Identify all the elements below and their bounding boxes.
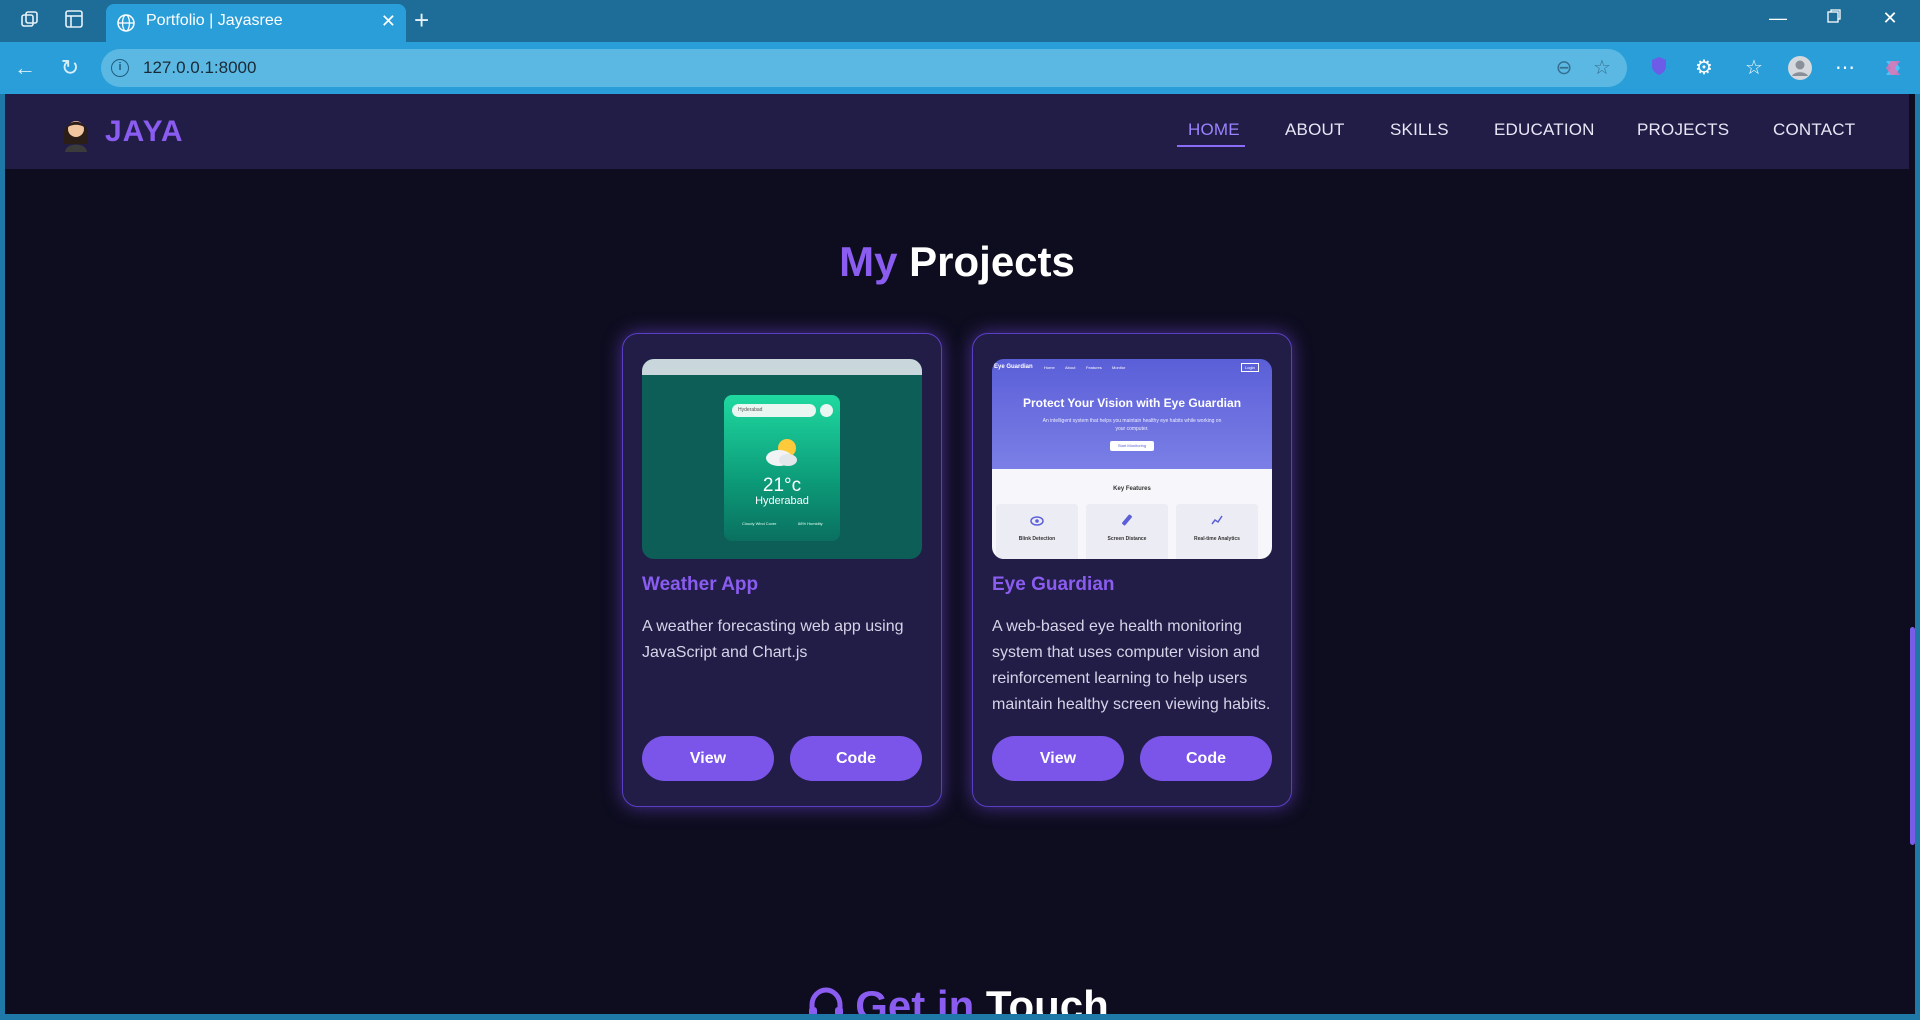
eg-subtitle: An intelligent system that helps you mai…: [1042, 418, 1222, 432]
minimize-icon[interactable]: —: [1766, 8, 1790, 32]
weather-app-screenshot: Hyderabad 21°c Hyderabad Cloudy Wind Cov…: [642, 359, 922, 559]
eg-cta: Start Monitoring: [1110, 441, 1154, 451]
close-tab-icon[interactable]: ✕: [381, 11, 396, 32]
eye-guardian-screenshot: Eye Guardian Home About Features Monitor…: [992, 359, 1272, 559]
browser-titlebar: Portfolio | Jayasree ✕ + — ✕: [0, 0, 1920, 42]
shield-extension-icon[interactable]: [1646, 55, 1672, 81]
project-card-eye-guardian: Eye Guardian Home About Features Monitor…: [972, 333, 1292, 807]
eye-icon: [1030, 516, 1044, 526]
code-button[interactable]: Code: [790, 736, 922, 781]
nav-skills[interactable]: SKILLS: [1390, 120, 1449, 140]
nav-projects[interactable]: PROJECTS: [1637, 120, 1729, 140]
active-nav-underline: [1177, 145, 1245, 147]
view-button[interactable]: View: [992, 736, 1124, 781]
avatar-logo-icon: [63, 121, 89, 152]
globe-icon: [117, 14, 135, 32]
projects-heading-rest: Projects: [909, 238, 1075, 285]
profile-avatar[interactable]: [1787, 55, 1813, 81]
project-title: Weather App: [642, 574, 759, 595]
projects-heading: My Projects: [5, 238, 1909, 286]
projects-heading-accent: My: [839, 238, 898, 285]
partly-cloudy-icon: [766, 439, 797, 466]
contact-heading-accent: Get in: [855, 982, 975, 1014]
eg-brand: Eye Guardian: [994, 364, 1033, 370]
eg-feature-card: Screen Distance: [1086, 504, 1168, 559]
browser-toolbar: ← ↻ i 127.0.0.1:8000 ⊖ ☆ ⚙ ☆ ⋯: [0, 42, 1920, 94]
url-text: 127.0.0.1:8000: [143, 58, 257, 77]
page-viewport: JAYA HOME ABOUT SKILLS EDUCATION PROJECT…: [5, 94, 1915, 1014]
eg-nav-about: About: [1065, 365, 1076, 370]
restore-icon[interactable]: [1822, 8, 1846, 32]
tab-actions-icon[interactable]: [62, 9, 86, 33]
more-options-icon[interactable]: ⋯: [1832, 55, 1858, 81]
tab-title: Portfolio | Jayasree: [146, 12, 283, 29]
new-tab-icon[interactable]: +: [414, 7, 429, 33]
nav-home[interactable]: HOME: [1188, 120, 1240, 140]
address-bar[interactable]: i 127.0.0.1:8000 ⊖ ☆: [101, 49, 1627, 87]
weather-temperature: 21°c: [762, 475, 802, 496]
page-scrollbar[interactable]: [1909, 94, 1915, 1014]
project-card-weather: Hyderabad 21°c Hyderabad Cloudy Wind Cov…: [622, 333, 942, 807]
contact-heading-rest: Touch: [985, 982, 1109, 1014]
eg-login: Login: [1241, 363, 1259, 372]
page-scrollbar-thumb[interactable]: [1910, 627, 1915, 845]
eg-feature-label: Real-time Analytics: [1194, 536, 1240, 542]
site-navbar: JAYA HOME ABOUT SKILLS EDUCATION PROJECT…: [5, 94, 1909, 169]
copilot-icon[interactable]: [1880, 55, 1906, 81]
extensions-icon[interactable]: ⚙: [1691, 55, 1717, 81]
close-window-icon[interactable]: ✕: [1878, 8, 1902, 32]
zoom-out-icon[interactable]: ⊖: [1553, 57, 1575, 79]
weather-search-icon: [820, 404, 833, 417]
weather-meta-left: Cloudy Wind Cover: [742, 521, 777, 526]
eg-feature-label: Blink Detection: [1018, 536, 1056, 542]
project-description: A weather forecasting web app using Java…: [642, 618, 904, 661]
weather-city: Hyderabad: [755, 495, 809, 507]
headset-icon: [809, 987, 844, 1014]
eg-feature-card: Real-time Analytics: [1176, 504, 1258, 559]
weather-search-field: Hyderabad: [732, 404, 816, 417]
code-button[interactable]: Code: [1140, 736, 1272, 781]
tab-portfolio[interactable]: Portfolio | Jayasree ✕: [106, 4, 406, 42]
eg-nav-features: Features: [1086, 365, 1102, 370]
refresh-icon[interactable]: ↻: [56, 54, 84, 82]
eg-feature-card: Blink Detection: [996, 504, 1078, 559]
eg-features-title: Key Features: [1113, 486, 1151, 492]
project-description: A web-based eye health monitoring system…: [992, 618, 1271, 713]
nav-about[interactable]: ABOUT: [1285, 120, 1345, 140]
analytics-chart-icon: [1211, 515, 1223, 525]
weather-meta-right: 68% Humidity: [798, 521, 823, 526]
nav-contact[interactable]: CONTACT: [1773, 120, 1855, 140]
workspaces-icon[interactable]: [18, 9, 42, 33]
view-button[interactable]: View: [642, 736, 774, 781]
nav-education[interactable]: EDUCATION: [1494, 120, 1595, 140]
eg-headline: Protect Your Vision with Eye Guardian: [1022, 396, 1242, 410]
ruler-icon: [1122, 514, 1132, 526]
contact-heading: Get in Touch: [5, 982, 1909, 1014]
eg-nav-home: Home: [1044, 365, 1055, 370]
site-logo[interactable]: JAYA: [105, 115, 184, 149]
eg-feature-label: Screen Distance: [1107, 536, 1147, 542]
back-icon[interactable]: ←: [11, 54, 39, 82]
project-title: Eye Guardian: [992, 574, 1115, 595]
eg-nav-monitor: Monitor: [1112, 365, 1126, 370]
favorite-star-icon[interactable]: ☆: [1591, 57, 1613, 79]
site-info-icon[interactable]: i: [111, 59, 129, 77]
favorites-icon[interactable]: ☆: [1741, 55, 1767, 81]
